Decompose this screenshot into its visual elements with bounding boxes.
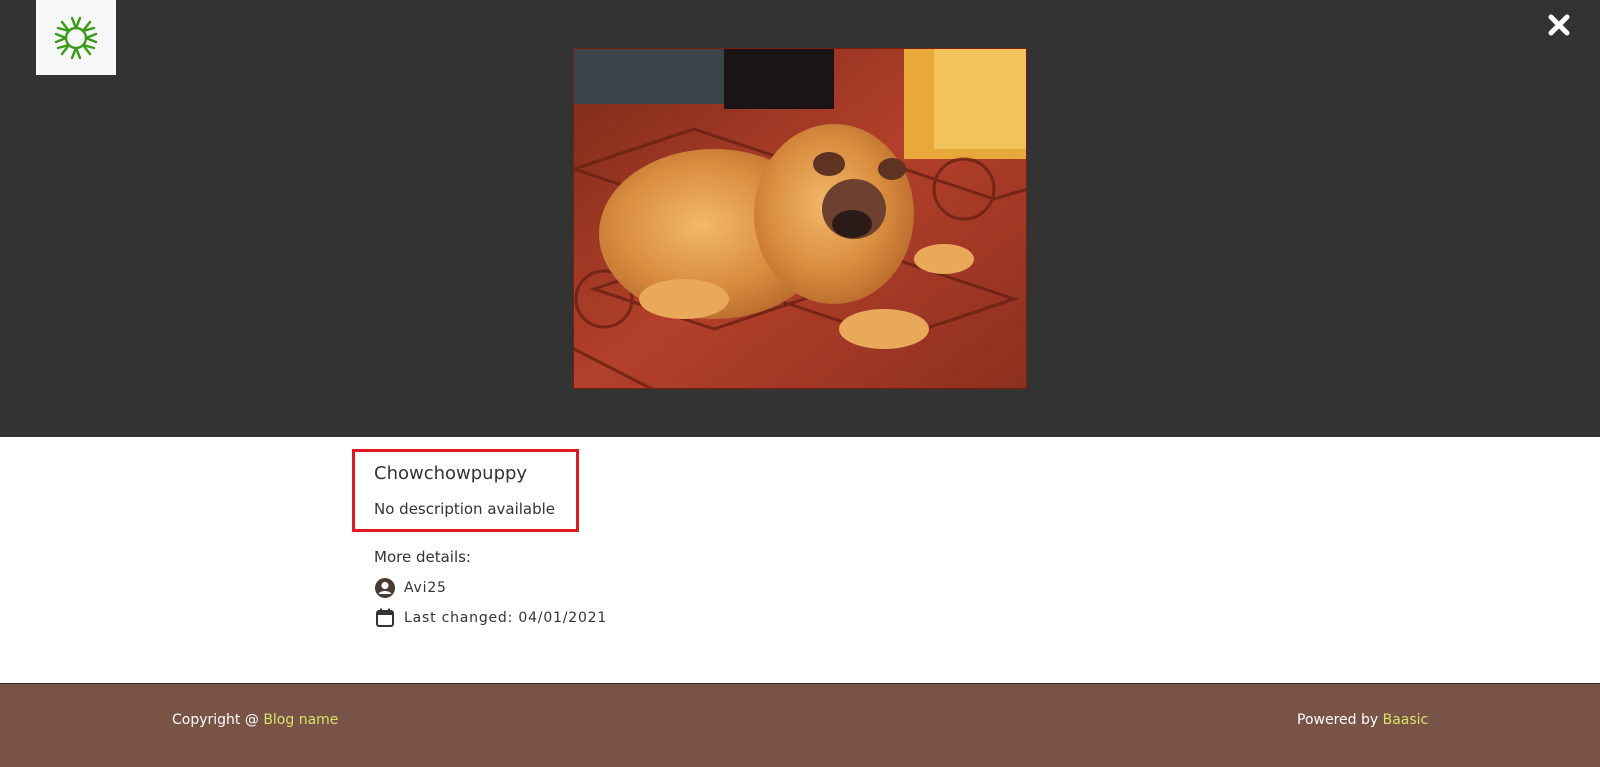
last-changed-row: Last changed: 04/01/2021	[374, 607, 607, 629]
baasic-link[interactable]: Baasic	[1383, 712, 1429, 728]
selection-highlight	[352, 449, 579, 532]
author-name[interactable]: Avi25	[404, 580, 447, 596]
puppy-photo-image	[574, 49, 1026, 388]
author-row: Avi25	[374, 577, 447, 599]
blog-name-link[interactable]: Blog name	[263, 712, 338, 728]
puppy-photo	[573, 48, 1027, 389]
image-description: No description available	[374, 500, 556, 518]
copyright-prefix: Copyright @	[172, 712, 264, 728]
image-title: Chowchowpuppy	[374, 463, 528, 484]
site-logo[interactable]	[36, 0, 116, 75]
more-details-heading: More details:	[374, 548, 471, 566]
sun-logo-icon	[54, 16, 98, 59]
site-footer: Copyright @ Blog name Powered by Baasic	[0, 683, 1600, 767]
last-changed-date: Last changed: 04/01/2021	[404, 610, 608, 626]
close-button[interactable]	[1544, 10, 1574, 40]
user-icon	[374, 577, 396, 599]
footer-copyright: Copyright @ Blog name	[172, 712, 338, 728]
image-viewer	[0, 0, 1600, 437]
powered-prefix: Powered by	[1297, 712, 1383, 728]
close-icon	[1548, 14, 1570, 36]
calendar-icon	[374, 607, 396, 629]
footer-powered-by: Powered by Baasic	[1297, 712, 1428, 728]
